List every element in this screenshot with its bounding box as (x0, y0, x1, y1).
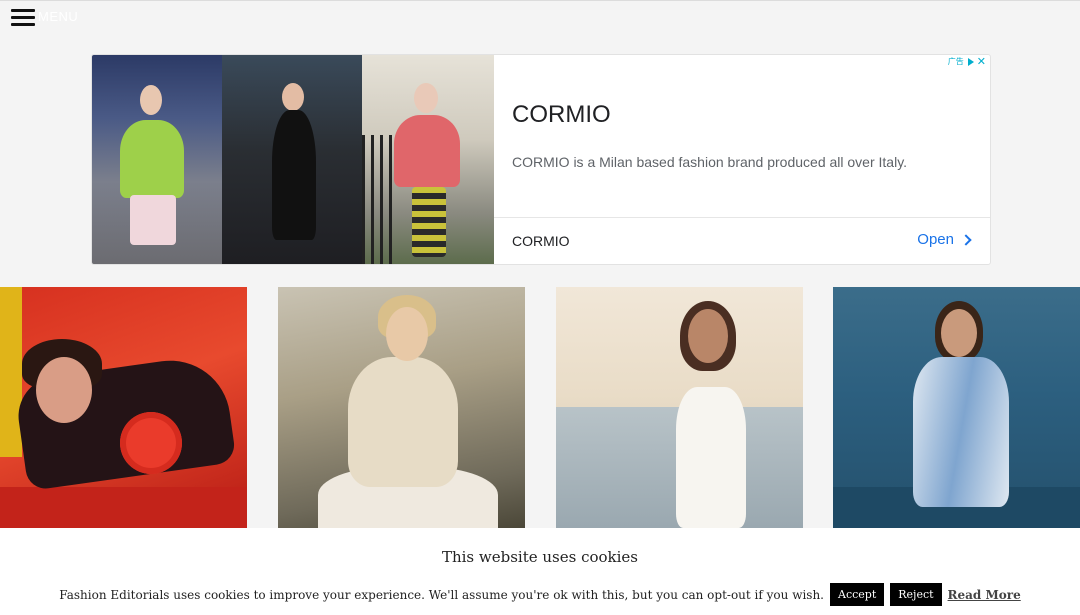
close-icon[interactable]: ✕ (977, 56, 986, 67)
cookie-banner: This website uses cookies Fashion Editor… (0, 528, 1080, 615)
ad-title[interactable]: CORMIO (512, 101, 611, 129)
cookie-title: This website uses cookies (441, 548, 639, 566)
top-bar: MENU (0, 0, 1080, 32)
ad-image-strip[interactable] (92, 55, 494, 264)
ad-brand: CORMIO (512, 233, 570, 249)
ad-image-2[interactable] (222, 55, 362, 264)
editorial-gallery (0, 287, 1080, 528)
cookie-actions: Fashion Editorials uses cookies to impro… (0, 583, 1080, 606)
ad-open-button[interactable]: Open (917, 231, 972, 248)
menu-button[interactable]: MENU (11, 7, 78, 27)
gallery-item[interactable] (556, 287, 803, 528)
gallery-item[interactable] (833, 287, 1080, 528)
ad-text-panel: 广告 ✕ CORMIO CORMIO is a Milan based fash… (494, 55, 990, 264)
menu-label: MENU (38, 8, 79, 24)
ad-banner[interactable]: 广告 ✕ CORMIO CORMIO is a Milan based fash… (91, 54, 991, 265)
accept-button[interactable]: Accept (830, 583, 885, 606)
ad-description: CORMIO is a Milan based fashion brand pr… (512, 154, 908, 170)
ad-image-3[interactable] (362, 55, 494, 264)
gallery-item[interactable] (0, 287, 247, 528)
chevron-right-icon (960, 234, 972, 246)
ad-divider (494, 217, 990, 218)
ad-image-1[interactable] (92, 55, 222, 264)
ad-choices-label: 广告 (947, 57, 964, 66)
ad-open-label: Open (917, 231, 954, 248)
hamburger-icon (11, 7, 35, 27)
adchoices-icon (966, 57, 975, 66)
cookie-text: Fashion Editorials uses cookies to impro… (59, 587, 824, 602)
ad-choices[interactable]: 广告 ✕ (948, 56, 986, 67)
gallery-item[interactable] (278, 287, 525, 528)
reject-button[interactable]: Reject (890, 583, 942, 606)
read-more-link[interactable]: Read More (948, 588, 1021, 602)
